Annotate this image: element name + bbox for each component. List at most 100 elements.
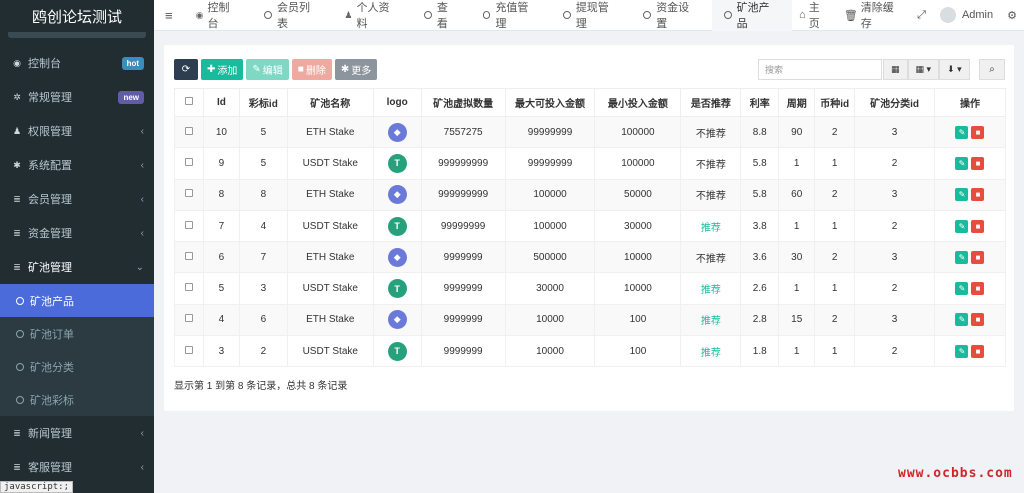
eth-logo-icon[interactable]: ◆	[387, 310, 407, 330]
sidebar-item-funds[interactable]: ≣ 资金管理 ‹	[0, 216, 154, 250]
row-checkbox[interactable]	[174, 303, 204, 337]
tab-dashboard[interactable]: ◉ 控制台	[184, 0, 252, 31]
header-max[interactable]: 最大可投入金额	[504, 88, 596, 117]
sidebar-sub-pool-orders[interactable]: 矿池订单	[0, 317, 154, 350]
table-row[interactable]: 4 6 ETH Stake ◆ 9999999 10000 100 推荐 2.8 15 2 3 ✎ ■	[174, 303, 1007, 337]
edit-row-button[interactable]: ✎	[955, 188, 969, 202]
header-coin-id[interactable]: 币种id	[814, 88, 856, 117]
circle-icon	[643, 11, 652, 19]
columns-button[interactable]: ▦ ▾	[907, 59, 940, 80]
edit-row-button[interactable]: ✎	[955, 219, 969, 233]
usdt-logo-icon[interactable]: T	[387, 216, 407, 236]
tab-member-list[interactable]: 会员列表	[252, 0, 332, 31]
add-button[interactable]: ✚ 添加	[201, 59, 244, 80]
refresh-button[interactable]: ⟳	[174, 59, 198, 80]
more-button[interactable]: ✱ 更多	[334, 59, 378, 80]
cell-min: 50000	[594, 178, 682, 211]
delete-row-button[interactable]: ■	[971, 344, 985, 358]
header-min[interactable]: 最小投入金额	[594, 88, 682, 117]
export-button[interactable]: ⬇ ▾	[939, 59, 970, 80]
sidebar-item-members[interactable]: ≣ 会员管理 ‹	[0, 182, 154, 216]
edit-row-button[interactable]: ✎	[955, 282, 969, 296]
delete-row-button[interactable]: ■	[971, 156, 985, 170]
usdt-logo-icon[interactable]: T	[387, 279, 407, 299]
sidebar-sub-pool-products[interactable]: 矿池产品	[0, 284, 154, 317]
sidebar-item-support[interactable]: ≣ 客服管理 ‹	[0, 450, 154, 484]
clear-cache-button[interactable]: 🗑 清除缓存	[837, 0, 910, 31]
cell-logo: ◆	[372, 115, 422, 149]
topbar-right: ⌂ 主页 🗑 清除缓存 ⤢ Admin ⚙	[792, 0, 1024, 31]
row-checkbox[interactable]	[174, 178, 204, 211]
header-logo[interactable]: logo	[372, 88, 422, 117]
header-tag-id[interactable]: 彩标id	[238, 88, 288, 117]
header-recommend[interactable]: 是否推荐	[680, 88, 742, 117]
table-row[interactable]: 7 4 USDT Stake T 99999999 100000 30000 推荐 3.8 1 1 2…	[174, 209, 1007, 243]
header-name[interactable]: 矿池名称	[286, 88, 374, 117]
tab-view[interactable]: 查看	[412, 0, 471, 31]
select-all-checkbox[interactable]	[174, 88, 204, 117]
table-row[interactable]: 10 5 ETH Stake ◆ 7557275 99999999 100000 不推荐 8.8…	[174, 115, 1007, 149]
menu-toggle-icon[interactable]: ≡	[154, 8, 184, 23]
edit-button[interactable]: ✎ 编辑	[246, 59, 289, 80]
search-input[interactable]: 搜索	[758, 59, 882, 80]
edit-row-button[interactable]: ✎	[955, 344, 969, 358]
sidebar-item-news[interactable]: ≣ 新闻管理 ‹	[0, 416, 154, 450]
circle-icon	[264, 11, 272, 19]
sidebar-item-dashboard[interactable]: ◉ 控制台 hot	[0, 46, 154, 80]
circle-icon	[423, 11, 432, 19]
sidebar-item-permission[interactable]: ♟ 权限管理 ‹	[0, 114, 154, 148]
eth-logo-icon[interactable]: ◆	[387, 185, 407, 205]
toggle-view-button[interactable]: ▦	[883, 59, 908, 80]
header-period[interactable]: 周期	[778, 88, 816, 117]
users-icon: ♟	[12, 125, 22, 136]
brand-title[interactable]: 鸥创论坛测试	[0, 0, 154, 32]
delete-row-button[interactable]: ■	[971, 219, 985, 233]
sidebar-item-system[interactable]: ✱ 系统配置 ‹	[0, 148, 154, 182]
sidebar-item-general[interactable]: ✲ 常规管理 new	[0, 80, 154, 114]
header-rate[interactable]: 利率	[740, 88, 780, 117]
table-row[interactable]: 5 3 USDT Stake T 9999999 30000 10000 推荐 2.6 1 1 2 ✎ ■	[174, 272, 1007, 305]
home-link[interactable]: ⌂ 主页	[792, 0, 837, 31]
table-row[interactable]: 8 8 ETH Stake ◆ 999999999 100000 50000 不推荐 5.8 60…	[174, 178, 1007, 211]
eth-logo-icon[interactable]: ◆	[387, 122, 407, 142]
header-id[interactable]: Id	[202, 88, 240, 117]
row-checkbox[interactable]	[174, 335, 204, 368]
usdt-logo-icon[interactable]: T	[387, 341, 407, 361]
edit-row-button[interactable]: ✎	[955, 250, 969, 264]
edit-row-button[interactable]: ✎	[955, 313, 969, 327]
delete-row-button[interactable]: ■	[971, 313, 985, 327]
sidebar-sub-pool-tags[interactable]: 矿池彩标	[0, 383, 154, 416]
delete-row-button[interactable]: ■	[971, 250, 985, 264]
table-row[interactable]: 9 5 USDT Stake T 999999999 99999999 100000 不推荐 5…	[174, 147, 1007, 180]
row-checkbox[interactable]	[174, 272, 204, 305]
settings-icon[interactable]: ⚙	[1000, 9, 1024, 22]
delete-row-button[interactable]: ■	[971, 282, 985, 296]
usdt-logo-icon[interactable]: T	[387, 153, 407, 173]
tab-withdraw[interactable]: 提现管理	[551, 0, 631, 31]
edit-row-button[interactable]: ✎	[955, 125, 969, 139]
cell-actions: ✎ ■	[933, 335, 1007, 368]
sidebar-item-pool[interactable]: ≣ 矿池管理 ⌄	[0, 250, 154, 284]
delete-row-button[interactable]: ■	[971, 125, 985, 139]
header-virtual[interactable]: 矿池虚拟数量	[420, 88, 506, 117]
tab-fund-settings[interactable]: 资金设置	[631, 0, 711, 31]
header-category-id[interactable]: 矿池分类id	[854, 88, 935, 117]
fullscreen-icon[interactable]: ⤢	[910, 9, 933, 22]
row-checkbox[interactable]	[174, 115, 204, 149]
tab-profile[interactable]: ♟ 个人资料	[332, 0, 411, 31]
tab-pool-products[interactable]: 矿池产品	[711, 0, 793, 31]
table-row[interactable]: 6 7 ETH Stake ◆ 9999999 500000 10000 不推荐 3.6 30 2 3…	[174, 241, 1007, 274]
eth-logo-icon[interactable]: ◆	[387, 247, 407, 267]
edit-row-button[interactable]: ✎	[955, 156, 969, 170]
delete-row-button[interactable]: ■	[971, 188, 985, 202]
sidebar-sub-pool-categories[interactable]: 矿池分类	[0, 350, 154, 383]
tab-recharge[interactable]: 充值管理	[471, 0, 551, 31]
row-checkbox[interactable]	[174, 241, 204, 274]
table-row[interactable]: 3 2 USDT Stake T 9999999 10000 100 推荐 1.8 1 1 2 ✎ ■	[174, 335, 1007, 368]
row-checkbox[interactable]	[174, 209, 204, 243]
delete-button[interactable]: ■ 删除	[291, 59, 332, 80]
row-checkbox[interactable]	[174, 147, 204, 180]
cell-period: 1	[778, 272, 816, 305]
user-menu[interactable]: Admin	[933, 7, 1000, 23]
advanced-search-button[interactable]: ⌕	[979, 59, 1005, 80]
